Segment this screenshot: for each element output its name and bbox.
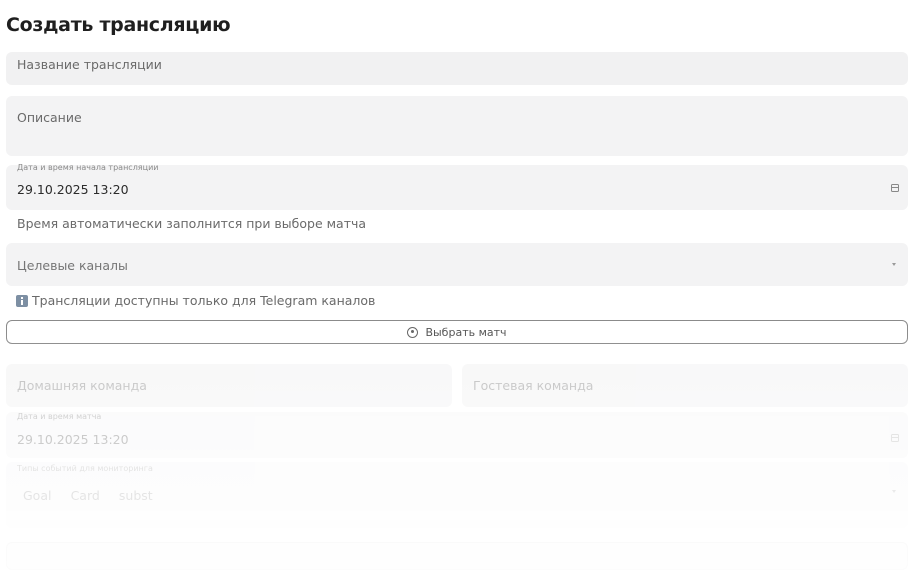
channels-note: Трансляции доступны только для Telegram … — [16, 293, 375, 308]
event-chip-card[interactable]: Card — [71, 488, 100, 503]
description-textarea[interactable]: Описание — [6, 96, 908, 156]
channels-note-text: Трансляции доступны только для Telegram … — [32, 293, 376, 308]
soccer-ball-icon — [407, 326, 419, 338]
away-team-placeholder: Гостевая команда — [473, 378, 594, 393]
calendar-icon[interactable] — [891, 184, 899, 192]
info-icon — [16, 295, 28, 307]
start-datetime-value: 29.10.2025 13:20 — [17, 182, 129, 197]
faded-footer-button[interactable] — [6, 542, 908, 570]
event-chip-goal[interactable]: Goal — [23, 488, 51, 503]
event-types-chips: Goal Card subst — [23, 485, 167, 504]
target-channels-select[interactable]: Целевые каналы — [6, 243, 908, 286]
select-match-label: Выбрать матч — [425, 325, 507, 339]
start-hint: Время автоматически заполнится при выбор… — [17, 216, 367, 231]
start-datetime-field[interactable]: Дата и время начала трансляции 29.10.202… — [6, 163, 908, 210]
event-types-select[interactable]: Типы событий для мониторинга Goal Card s… — [6, 462, 908, 528]
page-title: Создать трансляцию — [6, 14, 231, 36]
match-datetime-field[interactable]: Дата и время матча 29.10.2025 13:20 — [6, 412, 908, 458]
match-datetime-value: 29.10.2025 13:20 — [17, 432, 129, 447]
calendar-icon[interactable] — [891, 434, 899, 442]
chevron-down-icon — [892, 490, 896, 493]
match-datetime-label: Дата и время матча — [17, 412, 102, 421]
event-chip-subst[interactable]: subst — [119, 488, 153, 503]
broadcast-name-placeholder: Название трансляции — [17, 57, 162, 72]
select-match-button[interactable]: Выбрать матч — [6, 320, 908, 344]
event-types-label: Типы событий для мониторинга — [17, 464, 153, 473]
description-placeholder: Описание — [17, 110, 82, 125]
away-team-input[interactable]: Гостевая команда — [462, 364, 908, 407]
target-channels-placeholder: Целевые каналы — [17, 258, 128, 273]
home-team-input[interactable]: Домашняя команда — [6, 364, 452, 407]
home-team-placeholder: Домашняя команда — [17, 378, 147, 393]
chevron-down-icon — [892, 263, 896, 266]
broadcast-name-input[interactable]: Название трансляции — [6, 52, 908, 85]
start-datetime-label: Дата и время начала трансляции — [17, 163, 159, 172]
